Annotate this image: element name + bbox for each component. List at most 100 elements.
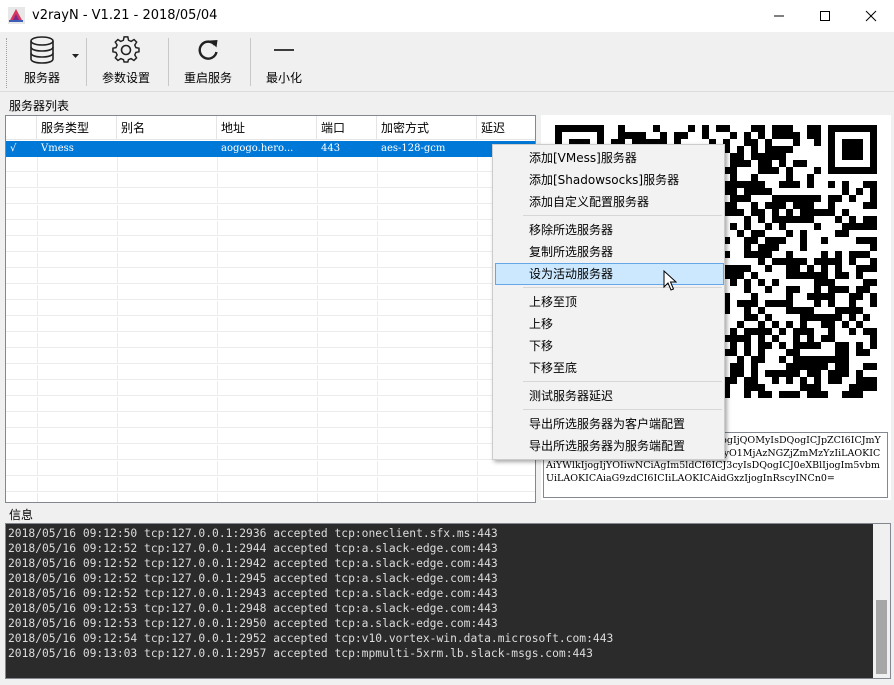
qr-module xyxy=(730,265,737,272)
menu-item-move-to-bottom[interactable]: 下移至底 xyxy=(495,357,724,379)
cell-alias xyxy=(117,141,217,157)
qr-module xyxy=(856,293,863,300)
qr-module xyxy=(730,349,737,356)
close-window-button[interactable] xyxy=(848,0,894,32)
grid-line xyxy=(377,333,378,348)
qr-module xyxy=(779,328,786,335)
menu-item-copy-selected-server[interactable]: 复制所选服务器 xyxy=(495,241,724,263)
empty-row xyxy=(6,333,535,348)
column-header-active[interactable] xyxy=(6,116,37,140)
column-header-port[interactable]: 端口 xyxy=(317,116,377,140)
minimize-to-tray-button[interactable]: 最小化 xyxy=(258,34,310,90)
qr-module xyxy=(758,307,765,314)
log-scrollbar-thumb[interactable] xyxy=(876,600,887,674)
grid-line xyxy=(317,269,318,284)
grid-line xyxy=(217,365,218,380)
column-header-address[interactable]: 地址 xyxy=(217,116,317,140)
servers-button-label: 服务器 xyxy=(23,71,60,85)
log-scrollbar[interactable] xyxy=(873,524,890,678)
column-header-alias[interactable]: 别名 xyxy=(117,116,217,140)
qr-module xyxy=(870,335,877,342)
grid-line xyxy=(217,269,218,284)
toolbar-grip[interactable] xyxy=(6,38,9,88)
qr-module xyxy=(758,384,765,391)
grid-line xyxy=(37,285,38,300)
grid-line xyxy=(377,381,378,396)
qr-module xyxy=(772,216,779,223)
qr-module xyxy=(758,160,765,167)
menu-item-move-to-top[interactable]: 上移至顶 xyxy=(495,291,724,313)
menu-item-add-vmess-server[interactable]: 添加[VMess]服务器 xyxy=(495,147,724,169)
menu-item-add-shadowsocks-server[interactable]: 添加[Shadowsocks]服务器 xyxy=(495,169,724,191)
grid-line xyxy=(477,461,478,476)
log-output[interactable]: 2018/05/16 09:12:50 tcp:127.0.0.1:2936 a… xyxy=(5,523,891,679)
menu-item-export-server-config[interactable]: 导出所选服务器为服务端配置 xyxy=(495,435,724,457)
qr-module xyxy=(772,258,779,265)
grid-line xyxy=(117,205,118,220)
qr-module xyxy=(744,244,751,251)
qr-module xyxy=(744,132,751,139)
qr-module xyxy=(807,307,814,314)
grid-line xyxy=(117,157,118,172)
grid-line xyxy=(37,269,38,284)
qr-module xyxy=(751,174,758,181)
qr-module xyxy=(772,300,779,307)
qr-module xyxy=(828,293,835,300)
qr-module xyxy=(772,321,779,328)
empty-row xyxy=(6,221,535,236)
menu-item-move-down[interactable]: 下移 xyxy=(495,335,724,357)
menu-item-set-active-server[interactable]: 设为活动服务器 xyxy=(495,263,724,285)
qr-module xyxy=(786,132,793,139)
grid-line xyxy=(477,429,478,444)
menu-item-move-up[interactable]: 上移 xyxy=(495,313,724,335)
qr-module xyxy=(744,188,751,195)
minimize-window-button[interactable] xyxy=(756,0,802,32)
table-row[interactable]: √ Vmess aogogo.hero... 443 aes-128-gcm xyxy=(6,141,535,157)
restart-service-button[interactable]: 重启服务 xyxy=(178,34,238,90)
cell-type: Vmess xyxy=(41,143,74,154)
qr-module xyxy=(786,370,793,377)
qr-module xyxy=(730,223,737,230)
chevron-down-icon[interactable] xyxy=(72,54,79,58)
qr-module xyxy=(856,321,863,328)
grid-line xyxy=(217,429,218,444)
empty-row xyxy=(6,269,535,284)
grid-line xyxy=(377,221,378,236)
settings-button[interactable]: 参数设置 xyxy=(96,34,156,90)
menu-item-add-custom-config-server[interactable]: 添加自定义配置服务器 xyxy=(495,191,724,213)
qr-module xyxy=(800,209,807,216)
server-list-table[interactable]: 服务类型 别名 地址 端口 加密方式 延迟 √ Vmess aogogo.her… xyxy=(5,115,536,503)
grid-line xyxy=(477,381,478,396)
qr-module xyxy=(870,188,877,195)
column-header-type[interactable]: 服务类型 xyxy=(37,116,117,140)
column-header-security[interactable]: 加密方式 xyxy=(377,116,477,140)
grid-line xyxy=(117,253,118,268)
qr-module xyxy=(835,216,842,223)
qr-module xyxy=(730,153,737,160)
maximize-window-button[interactable] xyxy=(802,0,848,32)
grid-line xyxy=(377,317,378,332)
qr-module xyxy=(772,202,779,209)
qr-module xyxy=(765,153,772,160)
qr-module xyxy=(737,335,744,342)
qr-module xyxy=(751,209,758,216)
grid-line xyxy=(317,413,318,428)
qr-module xyxy=(730,181,737,188)
grid-line xyxy=(117,173,118,188)
qr-module xyxy=(863,363,870,370)
column-header-delay[interactable]: 延迟 xyxy=(477,116,535,140)
menu-item-export-client-config[interactable]: 导出所选服务器为客户端配置 xyxy=(495,413,724,435)
qr-module xyxy=(842,321,849,328)
menu-item-test-server-delay[interactable]: 测试服务器延迟 xyxy=(495,385,724,407)
qr-module xyxy=(751,377,758,384)
menu-item-remove-selected-server[interactable]: 移除所选服务器 xyxy=(495,219,724,241)
grid-line xyxy=(37,349,38,364)
qr-module xyxy=(779,370,786,377)
servers-button[interactable]: 服务器 xyxy=(14,34,70,90)
qr-module xyxy=(863,328,870,335)
grid-line xyxy=(37,205,38,220)
qr-module xyxy=(786,174,793,181)
qr-module xyxy=(744,279,751,286)
qr-module xyxy=(772,209,779,216)
qr-module xyxy=(765,202,772,209)
